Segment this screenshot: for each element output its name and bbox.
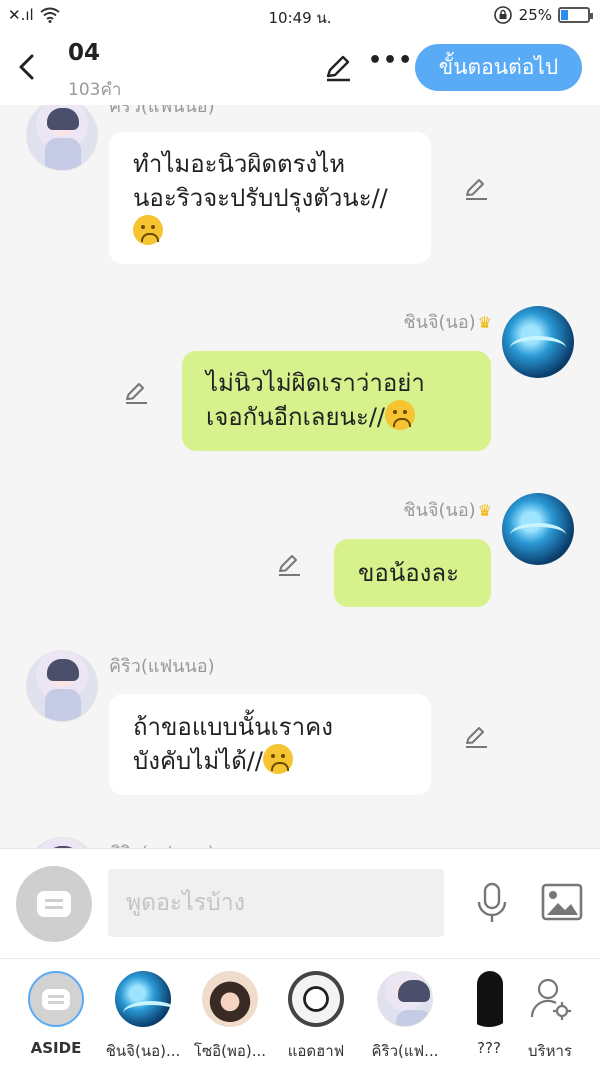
chat-editor-screen: ✕.ıl 10:49 น. 25% 04 103คำ ••• ขั้นตอนต่… [0, 0, 600, 1067]
avatar-kiriu[interactable] [26, 105, 98, 171]
aside-avatar [28, 971, 84, 1027]
aside-toggle-button[interactable] [16, 866, 92, 942]
next-step-button[interactable]: ขั้นตอนต่อไป [415, 44, 582, 91]
status-bar: ✕.ıl 10:49 น. 25% [0, 0, 600, 30]
manage-characters-button[interactable]: บริหาร [510, 971, 590, 1063]
message-icon [37, 891, 71, 917]
message-text-line: ไม่นิวไม่ผิดเราว่าอย่า [206, 369, 425, 397]
message-bubble[interactable]: ไม่นิวไม่ผิดเราว่าอย่า เจอกันอีกเลยนะ// [182, 351, 491, 451]
edit-message-icon[interactable] [275, 551, 303, 579]
sender-name: ชินจิ(นอ) ♛ [403, 312, 492, 333]
page-title: 04 [68, 40, 101, 66]
avatar-shinji[interactable] [502, 306, 574, 378]
battery-percent: 25% [518, 6, 552, 24]
frowning-face-emoji [262, 744, 293, 774]
character-avatar [202, 971, 258, 1027]
edit-message-icon[interactable] [122, 379, 150, 407]
edit-message-icon[interactable] [462, 175, 490, 203]
crown-icon: ♛ [477, 501, 492, 520]
message-icon [42, 988, 70, 1010]
message-text-line: บังคับไม่ได้// [133, 747, 263, 775]
character-kiriu[interactable]: คิริว(แฟ... [365, 971, 445, 1063]
frowning-face-emoji [385, 400, 416, 430]
character-label: โซอิ(พอ)... [193, 1042, 267, 1060]
user-settings-icon [530, 978, 571, 1020]
rotation-lock-icon [493, 6, 512, 24]
microphone-icon[interactable] [472, 881, 512, 925]
sender-name: คิริว(แฟนนอ) [109, 105, 215, 117]
avatar-kiriu[interactable] [26, 650, 98, 722]
character-shinji[interactable]: ชินจิ(นอ)... [103, 971, 183, 1063]
character-adhaf[interactable]: แอดฮาฟ [276, 971, 356, 1063]
character-avatar [461, 971, 517, 1027]
frowning-face-emoji [133, 215, 163, 245]
word-count: 103คำ [68, 80, 122, 100]
sender-name: ชินจิ(นอ) ♛ [403, 500, 492, 521]
message-bubble[interactable]: ขอน้องละ [334, 539, 491, 607]
message-bubble[interactable]: ถ้าขอแบบนั้นเราคง บังคับไม่ได้// [109, 694, 431, 795]
image-icon[interactable] [541, 883, 583, 921]
character-aside[interactable]: ASIDE [16, 971, 96, 1057]
character-label: คิริว(แฟ... [371, 1042, 439, 1060]
avatar-shinji[interactable] [502, 493, 574, 565]
manage-avatar [522, 971, 578, 1027]
character-label: ASIDE [30, 1039, 82, 1057]
character-label: แอดฮาฟ [287, 1042, 345, 1060]
character-label: ชินจิ(นอ)... [105, 1042, 181, 1060]
character-soi[interactable]: โซอิ(พอ)... [190, 971, 270, 1063]
character-avatar [115, 971, 171, 1027]
header: 04 103คำ ••• ขั้นตอนต่อไป [0, 30, 600, 105]
edit-message-icon[interactable] [462, 723, 490, 751]
character-label: บริหาร [528, 1042, 572, 1060]
battery-icon [558, 7, 593, 23]
battery-area: 25% [493, 5, 593, 25]
sender-name: คิริว(แฟนนอ) [109, 656, 215, 677]
input-bar [0, 848, 600, 958]
crown-icon: ♛ [477, 313, 492, 332]
avatar-kiriu[interactable] [26, 837, 98, 848]
message-text-line: ทำไมอะนิวผิดตรงไห [133, 150, 346, 178]
message-text-line: นอะริวจะปรับปรุงตัวนะ// [133, 184, 388, 212]
message-bubble[interactable]: ทำไมอะนิวผิดตรงไห นอะริวจะปรับปรุงตัวนะ/… [109, 132, 431, 264]
more-options-icon[interactable]: ••• [368, 48, 413, 73]
message-text-line: ถ้าขอแบบนั้นเราคง [133, 713, 333, 741]
character-avatar [377, 971, 433, 1027]
edit-icon[interactable] [322, 52, 354, 84]
character-avatar [288, 971, 344, 1027]
character-bar: ASIDE ชินจิ(นอ)... โซอิ(พอ)... แอดฮาฟ คิ… [0, 958, 600, 1067]
chat-area[interactable]: คิริว(แฟนนอ) ทำไมอะนิวผิดตรงไห นอะริวจะป… [0, 105, 600, 848]
sender-name: คิริว(แฟนนอ) [109, 838, 215, 848]
message-text-line: ขอน้องละ [358, 559, 459, 587]
message-text-line: เจอกันอีกเลยนะ// [206, 403, 386, 431]
back-icon[interactable] [14, 52, 40, 82]
message-input[interactable] [108, 869, 444, 937]
